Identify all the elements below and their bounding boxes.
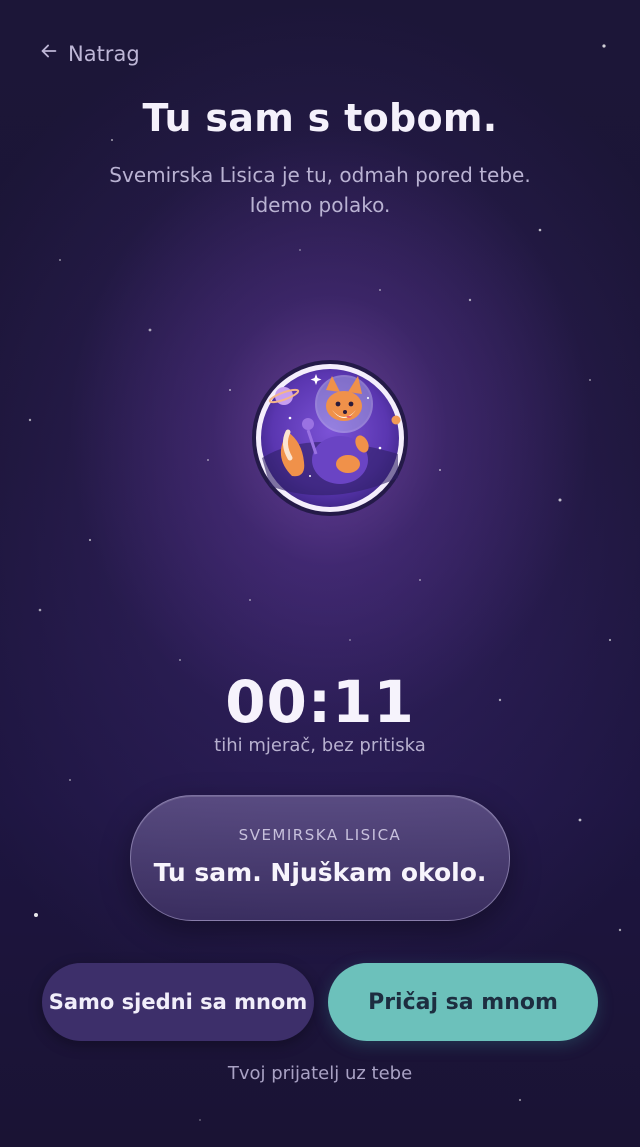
back-button[interactable]: Natrag <box>38 40 140 67</box>
timer-display: 00:11 <box>225 668 415 736</box>
sit-with-me-button[interactable]: Samo sjedni sa mnom <box>42 963 314 1041</box>
space-fox-astronaut-icon <box>250 358 410 518</box>
arrow-left-icon <box>38 40 60 67</box>
subtitle-line-2: Idemo polako. <box>249 193 391 217</box>
companion-message-bubble: SVEMIRSKA LISICA Tu sam. Njuškam okolo. <box>130 795 510 921</box>
back-label: Natrag <box>68 41 140 66</box>
page-title: Tu sam s tobom. <box>142 96 498 140</box>
app-screen: Natrag Tu sam s tobom. Svemirska Lisica … <box>0 0 640 1147</box>
subtitle-line-1: Svemirska Lisica je tu, odmah pored tebe… <box>109 163 531 187</box>
message-speaker: SVEMIRSKA LISICA <box>238 826 402 844</box>
talk-with-me-button[interactable]: Pričaj sa mnom <box>328 963 598 1041</box>
footer-tagline: Tvoj prijatelj uz tebe <box>227 1063 413 1084</box>
message-text: Tu sam. Njuškam okolo. <box>153 858 487 887</box>
timer-caption: tihi mjerač, bez pritiska <box>214 735 426 756</box>
page-subtitle: Svemirska Lisica je tu, odmah pored tebe… <box>60 160 580 220</box>
